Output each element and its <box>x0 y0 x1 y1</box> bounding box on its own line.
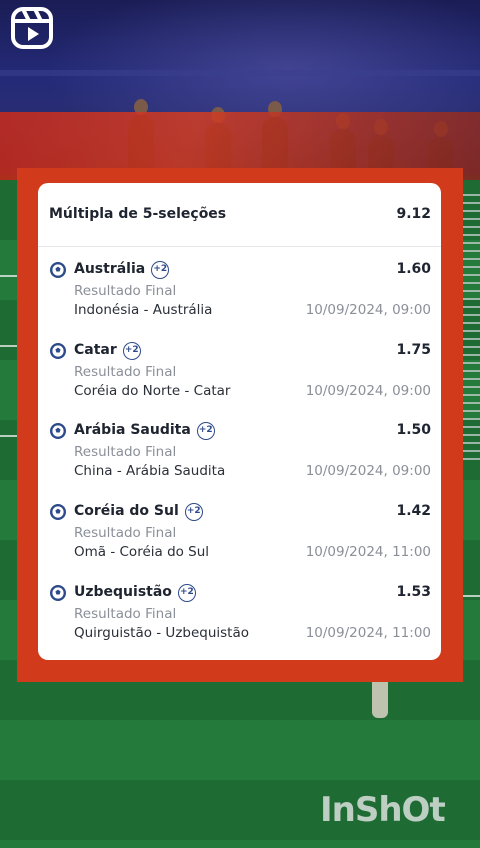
selection-market: Resultado Final <box>74 606 177 622</box>
selection-match: Omã - Coréia do Sul <box>74 544 210 560</box>
soccer-ball-icon <box>50 585 66 601</box>
selection-item[interactable]: Uzbequistão +2 1.53 Resultado Final Quirg… <box>38 580 441 660</box>
more-markets-badge[interactable]: +2 <box>122 342 141 360</box>
total-odds: 9.12 <box>396 206 431 222</box>
soccer-ball-icon <box>50 423 66 439</box>
selection-team: Austrália +2 <box>74 261 170 279</box>
selection-match: Indonésia - Austrália <box>74 302 213 318</box>
selection-odds: 1.60 <box>396 261 431 277</box>
selection-team: Uzbequistão +2 <box>74 584 196 602</box>
more-markets-badge[interactable]: +2 <box>177 584 196 602</box>
selection-odds: 1.53 <box>396 584 431 600</box>
bet-type-title: Múltipla de 5-seleções <box>49 206 227 222</box>
selection-team: Coréia do Sul +2 <box>74 503 203 521</box>
more-markets-badge[interactable]: +2 <box>184 503 203 521</box>
selection-item[interactable]: Austrália +2 1.60 Resultado Final Indonés… <box>38 257 441 337</box>
selection-datetime: 10/09/2024, 09:00 <box>305 302 431 318</box>
selection-team: Arábia Saudita +2 <box>74 422 215 440</box>
bet-slip-card: Múltipla de 5-seleções 9.12 Austrália +2 … <box>38 183 441 660</box>
selection-match: China - Arábia Saudita <box>74 463 226 479</box>
inshot-watermark: InShOt <box>320 790 446 830</box>
selection-odds: 1.42 <box>396 503 431 519</box>
selection-datetime: 10/09/2024, 11:00 <box>305 544 431 560</box>
soccer-ball-icon <box>50 343 66 359</box>
selection-market: Resultado Final <box>74 525 177 541</box>
selection-item[interactable]: Arábia Saudita +2 1.50 Resultado Final Ch… <box>38 418 441 498</box>
selection-market: Resultado Final <box>74 283 177 299</box>
selection-market: Resultado Final <box>74 444 177 460</box>
selection-market: Resultado Final <box>74 364 177 380</box>
reels-icon[interactable] <box>10 6 54 50</box>
selection-datetime: 10/09/2024, 09:00 <box>305 463 431 479</box>
selection-item[interactable]: Catar +2 1.75 Resultado Final Coréia do N… <box>38 338 441 418</box>
selection-odds: 1.75 <box>396 342 431 358</box>
selection-datetime: 10/09/2024, 09:00 <box>305 383 431 399</box>
selection-odds: 1.50 <box>396 422 431 438</box>
bet-slip-header: Múltipla de 5-seleções 9.12 <box>38 183 441 247</box>
selection-datetime: 10/09/2024, 11:00 <box>305 625 431 641</box>
selection-match: Quirguistão - Uzbequistão <box>74 625 250 641</box>
soccer-ball-icon <box>50 262 66 278</box>
more-markets-badge[interactable]: +2 <box>151 261 170 279</box>
selection-team: Catar +2 <box>74 342 141 360</box>
goal-net <box>462 190 480 460</box>
more-markets-badge[interactable]: +2 <box>196 422 215 440</box>
soccer-ball-icon <box>50 504 66 520</box>
selection-item[interactable]: Coréia do Sul +2 1.42 Resultado Final Omã… <box>38 499 441 579</box>
selection-match: Coréia do Norte - Catar <box>74 383 231 399</box>
